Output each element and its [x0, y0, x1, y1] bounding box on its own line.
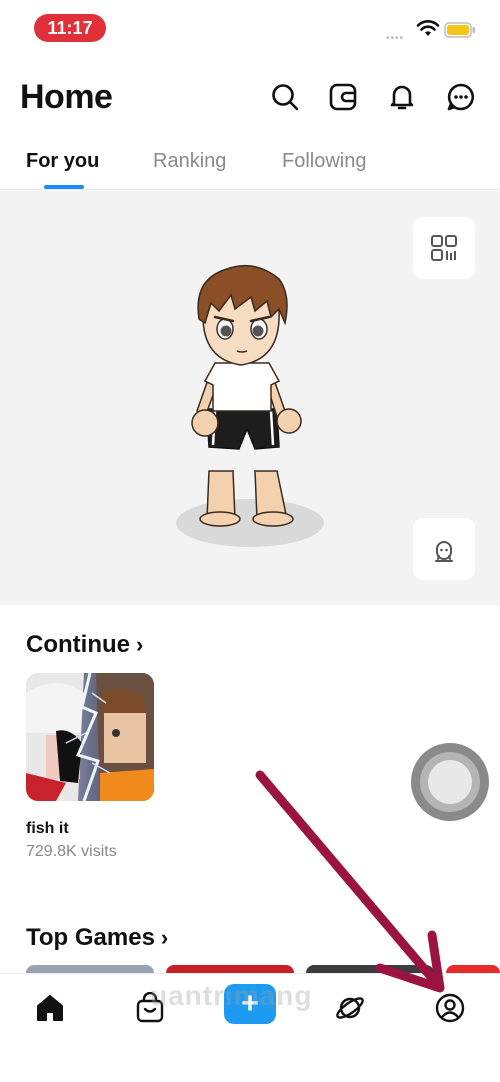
continue-title-text: Continue — [26, 631, 130, 658]
nav-home[interactable] — [30, 988, 70, 1028]
wifi-icon — [416, 20, 440, 36]
qr-code-icon — [431, 235, 457, 261]
app-header: Home — [0, 70, 500, 130]
head-icon — [435, 541, 453, 562]
game-art-image — [26, 673, 154, 801]
signal-icon: •••• — [386, 33, 405, 44]
bell-icon[interactable] — [385, 80, 419, 114]
battery-icon — [444, 22, 475, 38]
chat-icon[interactable] — [444, 80, 478, 114]
game-visit-count: 729.8K visits — [26, 843, 117, 860]
qr-code-button[interactable] — [413, 217, 475, 279]
search-icon[interactable] — [268, 80, 302, 114]
tab-following[interactable]: Following — [282, 150, 366, 173]
top-games-section-title[interactable]: Top Games › — [26, 924, 168, 952]
chevron-right-icon: › — [160, 925, 169, 950]
tab-ranking[interactable]: Ranking — [153, 150, 226, 173]
active-tab-indicator — [44, 185, 84, 189]
tab-for-you[interactable]: For you — [26, 150, 99, 173]
nav-discover[interactable] — [330, 988, 370, 1028]
assistive-touch-button[interactable] — [411, 743, 489, 821]
page-title: Home — [20, 78, 113, 116]
game-thumbnail[interactable] — [26, 673, 154, 801]
status-time: 11:17 — [34, 14, 106, 42]
avatar-preview[interactable] — [0, 191, 500, 605]
wallet-icon[interactable] — [326, 80, 360, 114]
avatar-edit-button[interactable] — [413, 518, 475, 580]
planet-icon — [336, 997, 364, 1019]
nav-profile[interactable] — [430, 988, 470, 1028]
watermark-text: uantrimang — [150, 980, 313, 1011]
chevron-right-icon: › — [135, 632, 144, 657]
home-icon — [37, 995, 63, 1021]
status-bar: 11:17 •••• — [0, 0, 500, 56]
tab-bar: For you Ranking Following — [0, 140, 500, 190]
top-games-title-text: Top Games — [26, 924, 155, 951]
game-title[interactable]: fish it — [26, 820, 69, 838]
avatar-character — [176, 264, 324, 547]
profile-icon — [435, 993, 465, 1023]
continue-section-title[interactable]: Continue › — [26, 631, 143, 659]
